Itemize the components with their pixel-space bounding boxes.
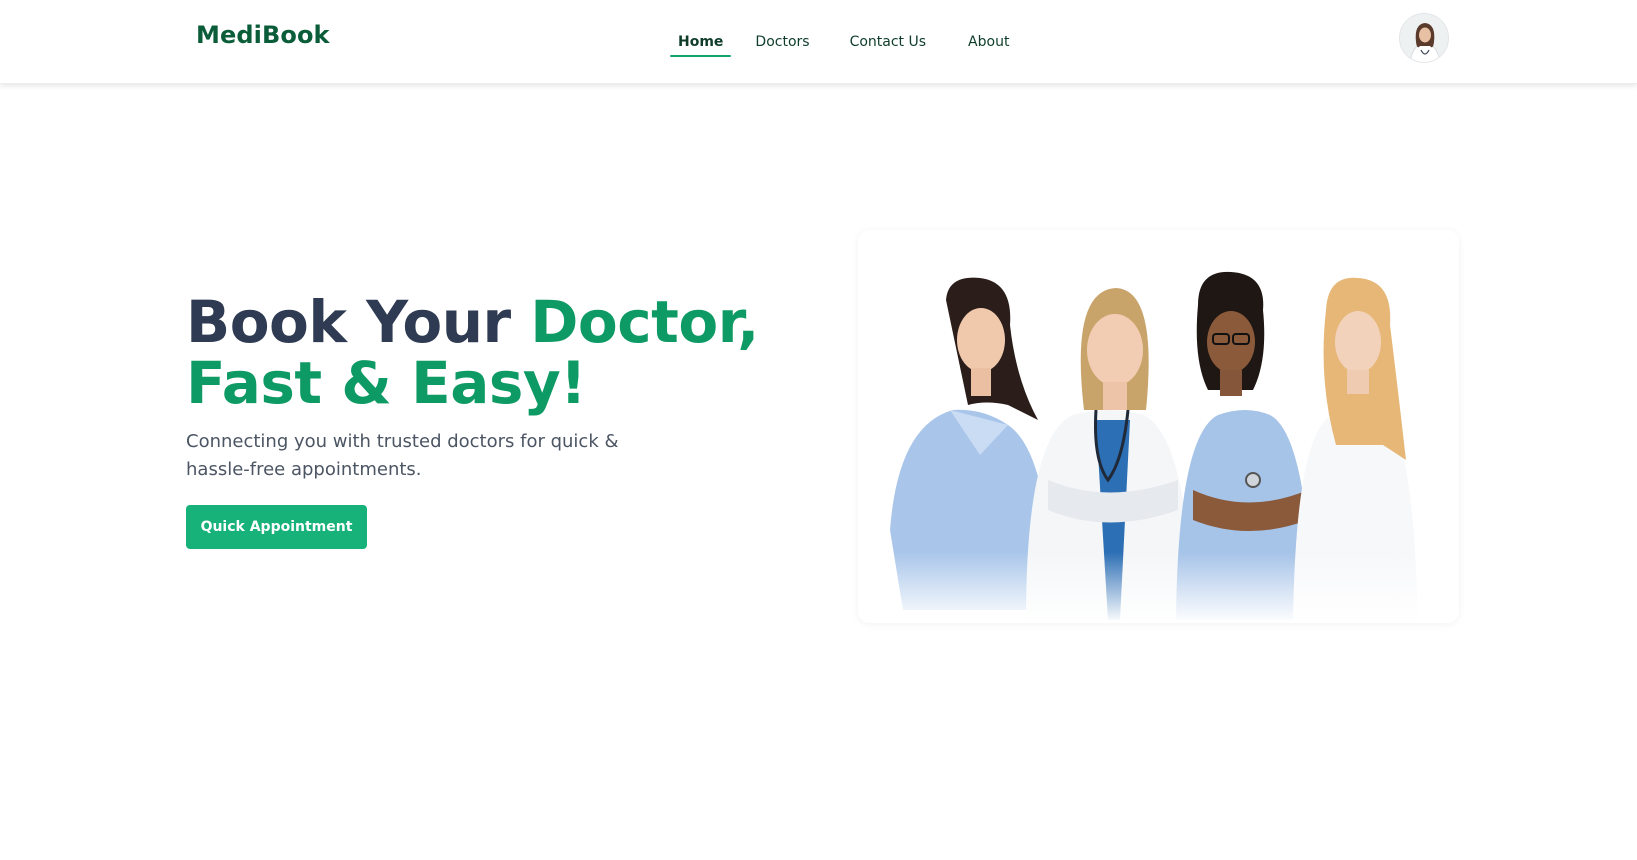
quick-appointment-button[interactable]: Quick Appointment xyxy=(186,505,367,549)
main-nav: Home Doctors Contact Us About xyxy=(670,0,1017,84)
hero-image-card xyxy=(858,230,1459,623)
top-navbar: MediBook Home Doctors Contact Us About xyxy=(0,0,1637,84)
user-avatar-icon xyxy=(1400,14,1448,62)
brand-logo[interactable]: MediBook xyxy=(196,21,330,49)
hero-title: Book Your Doctor, Fast & Easy! xyxy=(186,292,806,414)
doctors-team-photo-icon xyxy=(858,230,1459,623)
nav-home[interactable]: Home xyxy=(670,0,732,84)
hero-subtitle: Connecting you with trusted doctors for … xyxy=(186,431,619,480)
nav-contact-us[interactable]: Contact Us xyxy=(842,0,934,84)
nav-doctors[interactable]: Doctors xyxy=(747,0,817,84)
hero-title-accent2: Fast & Easy! xyxy=(186,349,587,417)
hero-title-part1: Book Your xyxy=(186,288,531,356)
hero-title-accent1: Doctor, xyxy=(530,288,759,356)
nav-about[interactable]: About xyxy=(960,0,1017,84)
user-avatar[interactable] xyxy=(1399,13,1449,63)
